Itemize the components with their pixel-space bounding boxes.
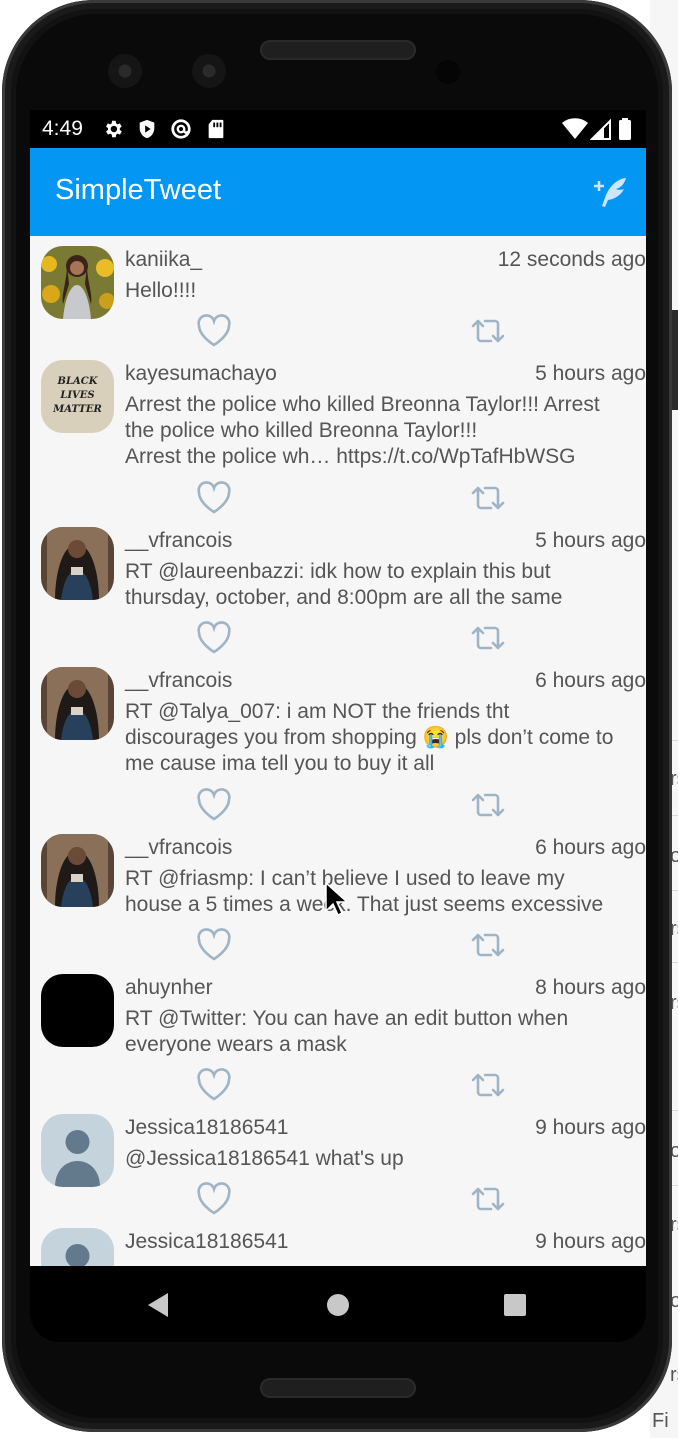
background-text: Fi xyxy=(652,1410,669,1432)
tweet-item[interactable]: __vfrancois 6 hours ago RT @Talya_007: i… xyxy=(30,657,646,824)
app-bar: SimpleTweet xyxy=(30,148,646,236)
heart-outline-icon[interactable] xyxy=(195,926,233,964)
tweet-username[interactable]: __vfrancois xyxy=(125,836,232,860)
tweet-body: RT @Talya_007: i am NOT the friends tht … xyxy=(125,700,614,775)
retweet-icon[interactable] xyxy=(469,479,507,517)
wifi-icon xyxy=(562,118,588,139)
tweet-item[interactable]: Jessica18186541 9 hours ago @Jessica1818… xyxy=(30,1104,646,1218)
home-circle-icon[interactable] xyxy=(321,1288,355,1322)
app-title: SimpleTweet xyxy=(55,174,222,206)
avatar[interactable] xyxy=(41,834,114,907)
tweet-timeline[interactable]: kaniika_ 12 seconds ago Hello!!!! BLACK … xyxy=(30,236,646,1266)
cell-signal-icon xyxy=(590,118,611,140)
bottom-speaker xyxy=(260,1378,416,1398)
heart-outline-icon[interactable] xyxy=(195,1180,233,1218)
profile-photo-icon xyxy=(41,246,114,319)
compose-tweet-icon[interactable] xyxy=(588,170,632,214)
black-lives-matter-sign-icon: BLACK LIVES MATTER xyxy=(41,360,114,433)
tweet-username[interactable]: __vfrancois xyxy=(125,669,232,693)
tweet-body: RT @Twitter: You can have an edit button… xyxy=(125,1007,569,1056)
recents-square-icon[interactable] xyxy=(498,1288,532,1322)
svg-text:LIVES: LIVES xyxy=(59,390,94,401)
tweet-body: @Jessica18186541 what's up xyxy=(125,1147,404,1170)
tweet-timestamp: 6 hours ago xyxy=(535,836,646,859)
tweet-body: RT @friasmp: I can’t believe I used to l… xyxy=(125,867,604,916)
profile-photo-icon xyxy=(41,667,114,740)
battery-icon xyxy=(619,118,631,140)
settings-icon xyxy=(106,120,122,138)
heart-outline-icon[interactable] xyxy=(195,786,233,824)
earpiece-speaker xyxy=(260,40,416,60)
status-bar: 4:49 xyxy=(30,110,646,148)
tweet-timestamp: 6 hours ago xyxy=(535,669,646,692)
tweet-item[interactable]: ahuynher 8 hours ago RT @Twitter: You ca… xyxy=(30,964,646,1104)
background-text: rs xyxy=(670,1364,678,1386)
tweet-timestamp: 5 hours ago xyxy=(535,362,646,385)
avatar[interactable]: BLACK LIVES MATTER xyxy=(41,360,114,433)
default-person-icon xyxy=(41,1114,114,1187)
tweet-item[interactable]: BLACK LIVES MATTER kayesumachayo 5 hours… xyxy=(30,350,646,517)
front-camera-icon xyxy=(108,54,142,88)
status-time: 4:49 xyxy=(42,117,83,140)
tweet-timestamp: 9 hours ago xyxy=(535,1230,646,1253)
tweet-timestamp: 12 seconds ago xyxy=(497,248,646,271)
retweet-icon[interactable] xyxy=(469,1180,507,1218)
mouse-pointer-icon xyxy=(325,882,347,916)
tweet-timestamp: 8 hours ago xyxy=(535,976,646,999)
avatar[interactable] xyxy=(41,246,114,319)
retweet-icon[interactable] xyxy=(469,312,507,350)
avatar[interactable] xyxy=(41,527,114,600)
profile-photo-icon xyxy=(41,834,114,907)
tweet-username[interactable]: kaniika_ xyxy=(125,248,202,272)
avatar[interactable] xyxy=(41,667,114,740)
tweet-username[interactable]: kayesumachayo xyxy=(125,362,277,386)
svg-text:MATTER: MATTER xyxy=(52,404,102,415)
tweet-item[interactable]: __vfrancois 5 hours ago RT @laureenbazzi… xyxy=(30,517,646,657)
heart-outline-icon[interactable] xyxy=(195,1066,233,1104)
tweet-timestamp: 5 hours ago xyxy=(535,529,646,552)
svg-text:BLACK: BLACK xyxy=(57,376,99,387)
proximity-sensor xyxy=(436,60,460,84)
phone-screen: 4:49 SimpleTweet kaniika_ 12 seconds ago… xyxy=(30,110,646,1342)
retweet-icon[interactable] xyxy=(469,926,507,964)
avatar[interactable] xyxy=(41,1228,114,1266)
tweet-item[interactable]: kaniika_ 12 seconds ago Hello!!!! xyxy=(30,236,646,350)
avatar[interactable] xyxy=(41,974,114,1047)
tweet-item[interactable]: Jessica18186541 9 hours ago xyxy=(30,1218,646,1266)
tweet-body: RT @laureenbazzi: idk how to explain thi… xyxy=(125,560,563,609)
retweet-icon[interactable] xyxy=(469,619,507,657)
retweet-icon[interactable] xyxy=(469,786,507,824)
navigation-bar xyxy=(30,1266,646,1342)
heart-outline-icon[interactable] xyxy=(195,479,233,517)
at-sign-icon xyxy=(171,119,191,139)
heart-outline-icon[interactable] xyxy=(195,619,233,657)
tweet-body: Arrest the police who killed Breonna Tay… xyxy=(125,393,600,468)
front-camera-icon xyxy=(192,54,226,88)
sd-card-icon xyxy=(208,119,224,139)
tweet-username[interactable]: __vfrancois xyxy=(125,529,232,553)
back-triangle-icon[interactable] xyxy=(142,1288,176,1322)
tweet-body: Hello!!!! xyxy=(125,279,197,302)
tweet-timestamp: 9 hours ago xyxy=(535,1116,646,1139)
profile-photo-icon xyxy=(41,527,114,600)
heart-outline-icon[interactable] xyxy=(195,312,233,350)
tweet-username[interactable]: Jessica18186541 xyxy=(125,1230,288,1254)
avatar[interactable] xyxy=(41,1114,114,1187)
tweet-username[interactable]: ahuynher xyxy=(125,976,213,1000)
default-person-icon xyxy=(41,1228,114,1266)
retweet-icon[interactable] xyxy=(469,1066,507,1104)
tweet-username[interactable]: Jessica18186541 xyxy=(125,1116,288,1140)
shield-play-icon xyxy=(139,119,155,139)
